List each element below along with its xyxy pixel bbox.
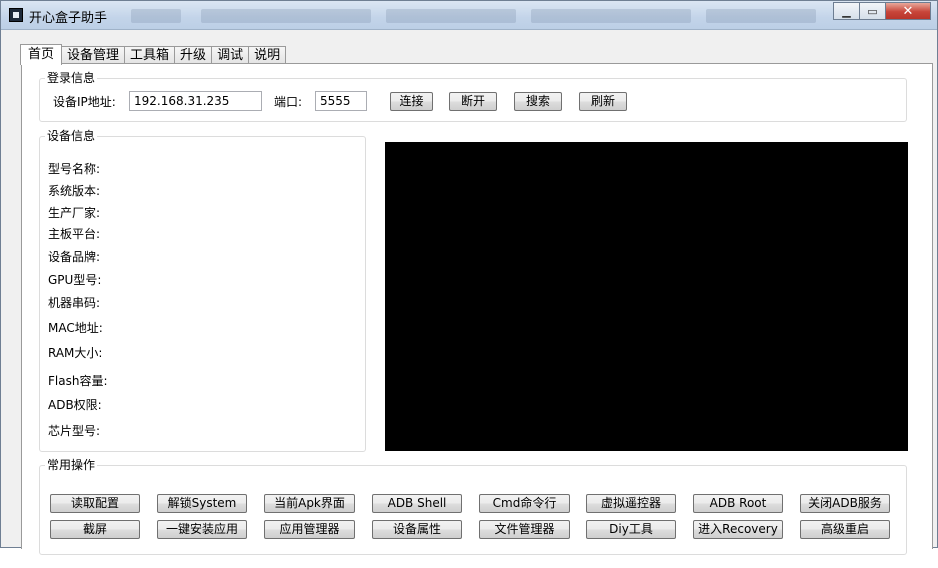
home-tab-page: 登录信息 设备IP地址: 端口: 连接 断开 搜索 刷新 设备信息 型号名称: … bbox=[21, 63, 933, 555]
titlebar-blur bbox=[386, 9, 516, 23]
login-group-title: 登录信息 bbox=[45, 70, 98, 86]
titlebar-blur bbox=[531, 9, 691, 23]
tab-strip: 首页 设备管理 工具箱 升级 调试 说明 bbox=[20, 44, 287, 65]
enter-recovery-button[interactable]: 进入Recovery bbox=[693, 520, 783, 539]
cmd-button[interactable]: Cmd命令行 bbox=[479, 494, 570, 513]
search-button[interactable]: 搜索 bbox=[514, 92, 562, 111]
minimize-icon: ▁ bbox=[842, 4, 851, 18]
unlock-system-button[interactable]: 解锁System bbox=[157, 494, 247, 513]
app-manager-button[interactable]: 应用管理器 bbox=[264, 520, 355, 539]
refresh-button[interactable]: 刷新 bbox=[579, 92, 627, 111]
virtual-remote-button[interactable]: 虚拟遥控器 bbox=[586, 494, 676, 513]
window-title: 开心盒子助手 bbox=[29, 11, 108, 26]
read-config-button[interactable]: 读取配置 bbox=[50, 494, 140, 513]
current-apk-view-button[interactable]: 当前Apk界面 bbox=[264, 494, 355, 513]
field-model-name: 型号名称: bbox=[48, 162, 101, 176]
field-mac-address: MAC地址: bbox=[48, 321, 103, 335]
device-info-group-title: 设备信息 bbox=[45, 128, 98, 144]
close-icon: ✕ bbox=[902, 3, 914, 19]
field-system-version: 系统版本: bbox=[48, 184, 101, 198]
file-manager-button[interactable]: 文件管理器 bbox=[479, 520, 570, 539]
screenshot-button[interactable]: 截屏 bbox=[50, 520, 140, 539]
common-ops-group: 常用操作 读取配置 解锁System 当前Apk界面 ADB Shell Cmd… bbox=[39, 457, 907, 555]
disconnect-button[interactable]: 断开 bbox=[449, 92, 497, 111]
diy-tools-button[interactable]: Diy工具 bbox=[586, 520, 676, 539]
adb-root-button[interactable]: ADB Root bbox=[693, 494, 783, 513]
tab-upgrade[interactable]: 升级 bbox=[174, 46, 213, 64]
titlebar-blur bbox=[131, 9, 181, 23]
tab-toolbox[interactable]: 工具箱 bbox=[124, 46, 176, 64]
title-bar[interactable]: 开心盒子助手 ▁ ▭ ✕ bbox=[1, 1, 937, 30]
field-flash-capacity: Flash容量: bbox=[48, 374, 108, 388]
field-adb-permission: ADB权限: bbox=[48, 398, 102, 412]
one-click-install-button[interactable]: 一键安装应用 bbox=[157, 520, 247, 539]
adb-shell-button[interactable]: ADB Shell bbox=[372, 494, 462, 513]
app-icon bbox=[9, 8, 23, 22]
titlebar-blur bbox=[706, 9, 816, 23]
field-device-brand: 设备品牌: bbox=[48, 250, 101, 264]
field-board-platform: 主板平台: bbox=[48, 227, 101, 241]
app-window: 开心盒子助手 ▁ ▭ ✕ 首页 设备管理 工具箱 升级 调试 说明 登录信息 设… bbox=[0, 0, 938, 555]
field-manufacturer: 生产厂家: bbox=[48, 206, 101, 220]
tab-instructions[interactable]: 说明 bbox=[248, 46, 287, 64]
field-ram-size: RAM大小: bbox=[48, 346, 103, 360]
close-button[interactable]: ✕ bbox=[885, 2, 931, 20]
tab-home[interactable]: 首页 bbox=[20, 44, 63, 65]
tab-debug[interactable]: 调试 bbox=[211, 46, 250, 64]
port-input[interactable] bbox=[315, 91, 367, 111]
device-info-group: 设备信息 型号名称: 系统版本: 生产厂家: 主板平台: 设备品牌: GPU型号… bbox=[39, 128, 366, 452]
maximize-icon: ▭ bbox=[867, 4, 878, 18]
field-serial-number: 机器串码: bbox=[48, 296, 101, 310]
advanced-reboot-button[interactable]: 高级重启 bbox=[800, 520, 890, 539]
port-label: 端口: bbox=[274, 95, 303, 109]
close-adb-service-button[interactable]: 关闭ADB服务 bbox=[800, 494, 890, 513]
titlebar-blur bbox=[201, 9, 371, 23]
login-group: 登录信息 设备IP地址: 端口: 连接 断开 搜索 刷新 bbox=[39, 70, 907, 122]
device-properties-button[interactable]: 设备属性 bbox=[372, 520, 462, 539]
device-screen-preview bbox=[385, 142, 908, 451]
minimize-button[interactable]: ▁ bbox=[833, 2, 860, 20]
tab-device-management[interactable]: 设备管理 bbox=[61, 46, 126, 64]
ip-label: 设备IP地址: bbox=[53, 95, 116, 109]
connect-button[interactable]: 连接 bbox=[390, 92, 433, 111]
field-chip-model: 芯片型号: bbox=[48, 424, 101, 438]
common-ops-group-title: 常用操作 bbox=[45, 457, 98, 473]
field-gpu-model: GPU型号: bbox=[48, 273, 102, 287]
ip-input[interactable] bbox=[129, 91, 262, 111]
maximize-button[interactable]: ▭ bbox=[859, 2, 886, 20]
